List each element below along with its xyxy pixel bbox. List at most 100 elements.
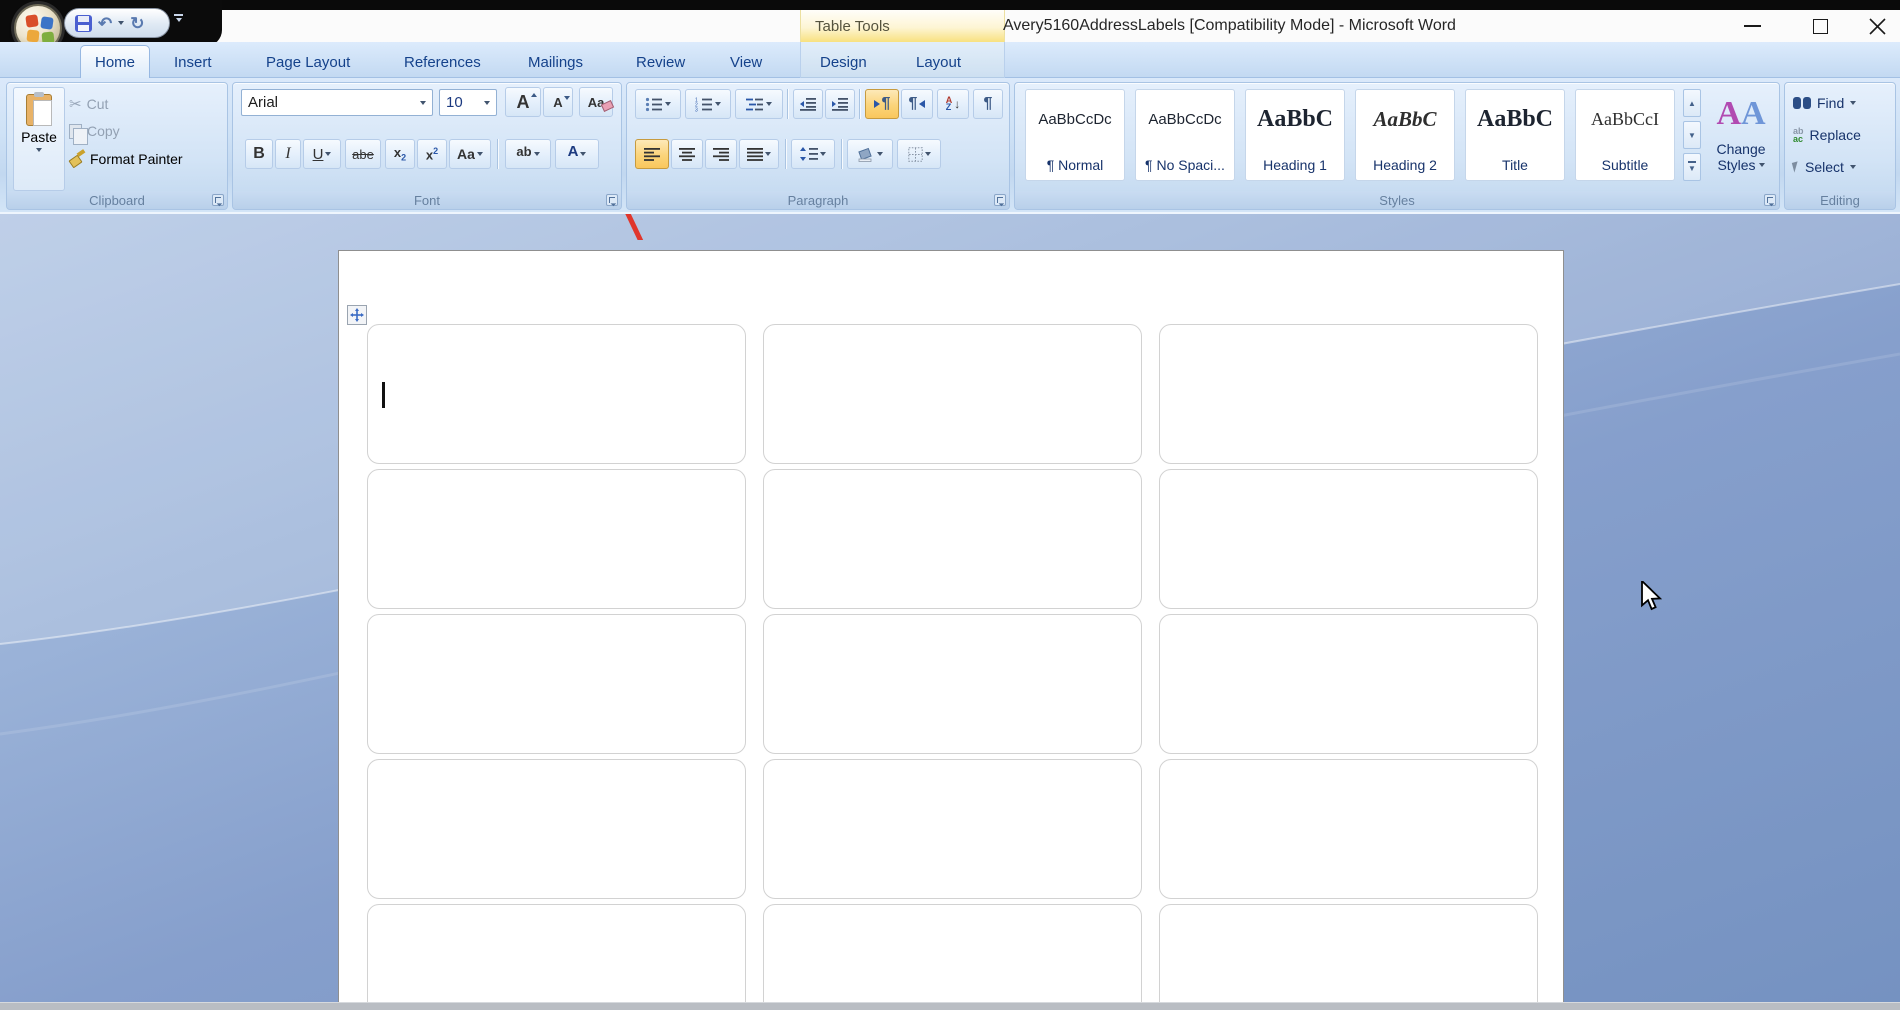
label-cell[interactable] bbox=[1159, 324, 1538, 464]
bullets-button[interactable] bbox=[635, 89, 681, 119]
bold-button[interactable]: B bbox=[245, 139, 273, 169]
styles-gallery-more-button[interactable]: ▼ bbox=[1683, 153, 1701, 181]
label-cell[interactable] bbox=[1159, 904, 1538, 1002]
divider bbox=[859, 89, 860, 119]
minimize-button[interactable] bbox=[1729, 10, 1775, 42]
text-cursor bbox=[382, 382, 385, 408]
tab-insert[interactable]: Insert bbox=[160, 46, 226, 78]
underline-button[interactable]: U bbox=[303, 139, 341, 169]
tab-references[interactable]: References bbox=[390, 46, 495, 78]
copy-button[interactable]: Copy bbox=[69, 123, 120, 145]
paragraph-dialog-launcher[interactable] bbox=[994, 194, 1006, 206]
change-styles-button[interactable]: AA Change Styles bbox=[1707, 89, 1775, 199]
document-page[interactable] bbox=[338, 250, 1564, 1002]
label-cell[interactable] bbox=[367, 469, 746, 609]
cut-button[interactable]: ✂ Cut bbox=[69, 95, 108, 113]
chevron-down-icon[interactable] bbox=[820, 152, 826, 156]
style-heading1[interactable]: AaBbC Heading 1 bbox=[1245, 89, 1345, 181]
tab-review[interactable]: Review bbox=[622, 46, 699, 78]
italic-button[interactable]: I bbox=[275, 139, 301, 169]
shrink-font-button[interactable]: A bbox=[543, 87, 573, 117]
shading-button[interactable] bbox=[847, 139, 893, 169]
tab-mailings[interactable]: Mailings bbox=[514, 46, 597, 78]
styles-scroll-down-button[interactable]: ▼ bbox=[1683, 121, 1701, 149]
justify-button[interactable] bbox=[739, 139, 779, 169]
chevron-down-icon[interactable] bbox=[766, 102, 772, 106]
redo-icon[interactable]: ↻ bbox=[130, 15, 144, 32]
window-title: Avery5160AddressLabels [Compatibility Mo… bbox=[1003, 17, 1456, 34]
font-size-combo[interactable]: 10 bbox=[439, 89, 497, 116]
styles-scroll-up-button[interactable]: ▲ bbox=[1683, 89, 1701, 117]
chevron-down-icon[interactable] bbox=[924, 152, 931, 156]
maximize-button[interactable] bbox=[1797, 10, 1843, 42]
undo-icon[interactable]: ↶ bbox=[98, 15, 112, 32]
clear-formatting-button[interactable]: Aa bbox=[579, 87, 613, 117]
superscript-button[interactable]: x2 bbox=[417, 139, 447, 169]
undo-dropdown-icon[interactable] bbox=[118, 21, 125, 25]
label-cell[interactable] bbox=[763, 614, 1142, 754]
style-subtitle[interactable]: AaBbCcI Subtitle bbox=[1575, 89, 1675, 181]
replace-button[interactable]: ab ac Replace bbox=[1793, 127, 1861, 144]
show-hide-pilcrow-button[interactable]: ¶ bbox=[973, 89, 1003, 119]
clipboard-dialog-launcher[interactable] bbox=[212, 194, 224, 206]
paste-dropdown-icon[interactable] bbox=[36, 148, 42, 152]
chevron-down-icon[interactable] bbox=[325, 152, 332, 156]
align-right-button[interactable] bbox=[705, 139, 737, 169]
tab-page-layout[interactable]: Page Layout bbox=[252, 46, 364, 78]
font-name-combo[interactable]: Arial bbox=[241, 89, 433, 116]
label-cell[interactable] bbox=[1159, 614, 1538, 754]
label-cell[interactable] bbox=[1159, 469, 1538, 609]
label-cell[interactable] bbox=[367, 759, 746, 899]
sort-button[interactable]: AZ ↓ bbox=[937, 89, 969, 119]
label-cell[interactable] bbox=[367, 324, 746, 464]
tab-design[interactable]: Design bbox=[806, 46, 881, 78]
align-center-button[interactable] bbox=[671, 139, 703, 169]
label-cell[interactable] bbox=[367, 614, 746, 754]
borders-button[interactable] bbox=[897, 139, 941, 169]
align-left-button[interactable] bbox=[635, 139, 669, 169]
grow-font-button[interactable]: A bbox=[505, 87, 541, 117]
tab-layout[interactable]: Layout bbox=[902, 46, 975, 78]
line-spacing-button[interactable] bbox=[791, 139, 835, 169]
tab-home[interactable]: Home bbox=[80, 45, 151, 79]
text-highlight-button[interactable]: ab bbox=[505, 139, 551, 169]
table-move-handle[interactable] bbox=[347, 305, 367, 325]
decrease-indent-button[interactable] bbox=[793, 89, 823, 119]
increase-indent-button[interactable] bbox=[825, 89, 855, 119]
customize-qat-button[interactable] bbox=[174, 14, 183, 22]
subscript-button[interactable]: x2 bbox=[385, 139, 415, 169]
style-title[interactable]: AaBbC Title bbox=[1465, 89, 1565, 181]
maximize-icon bbox=[1812, 18, 1828, 34]
save-icon[interactable] bbox=[75, 14, 92, 32]
label-cell[interactable] bbox=[763, 759, 1142, 899]
change-case-button[interactable]: Aa bbox=[449, 139, 491, 169]
tab-view[interactable]: View bbox=[716, 46, 776, 78]
format-painter-button[interactable]: Format Painter bbox=[69, 151, 183, 167]
chevron-down-icon[interactable] bbox=[876, 152, 883, 156]
font-dialog-launcher[interactable] bbox=[606, 194, 618, 206]
style-normal[interactable]: AaBbCcDc ¶ Normal bbox=[1025, 89, 1125, 181]
label-cell[interactable] bbox=[1159, 759, 1538, 899]
style-heading2[interactable]: AaBbC Heading 2 bbox=[1355, 89, 1455, 181]
font-color-button[interactable]: A bbox=[555, 139, 599, 169]
label-cell[interactable] bbox=[763, 469, 1142, 609]
chevron-down-icon[interactable] bbox=[533, 152, 540, 156]
label-cell[interactable] bbox=[367, 904, 746, 1002]
paste-button[interactable]: Paste bbox=[13, 87, 65, 191]
close-button[interactable] bbox=[1854, 10, 1900, 42]
find-button[interactable]: Find bbox=[1793, 95, 1857, 111]
style-no-spacing[interactable]: AaBbCcDc ¶ No Spaci... bbox=[1135, 89, 1235, 181]
chevron-down-icon[interactable] bbox=[715, 102, 721, 106]
numbering-button[interactable]: 123 bbox=[685, 89, 731, 119]
chevron-down-icon[interactable] bbox=[765, 152, 771, 156]
chevron-down-icon[interactable] bbox=[580, 152, 587, 156]
multilevel-list-button[interactable] bbox=[735, 89, 783, 119]
right-to-left-button[interactable]: ¶ bbox=[901, 89, 933, 119]
styles-dialog-launcher[interactable] bbox=[1764, 194, 1776, 206]
strikethrough-button[interactable]: abe bbox=[345, 139, 381, 169]
chevron-down-icon[interactable] bbox=[665, 102, 671, 106]
select-button[interactable]: Select bbox=[1791, 159, 1856, 175]
label-cell[interactable] bbox=[763, 904, 1142, 1002]
left-to-right-button[interactable]: ¶ bbox=[865, 89, 899, 119]
label-cell[interactable] bbox=[763, 324, 1142, 464]
